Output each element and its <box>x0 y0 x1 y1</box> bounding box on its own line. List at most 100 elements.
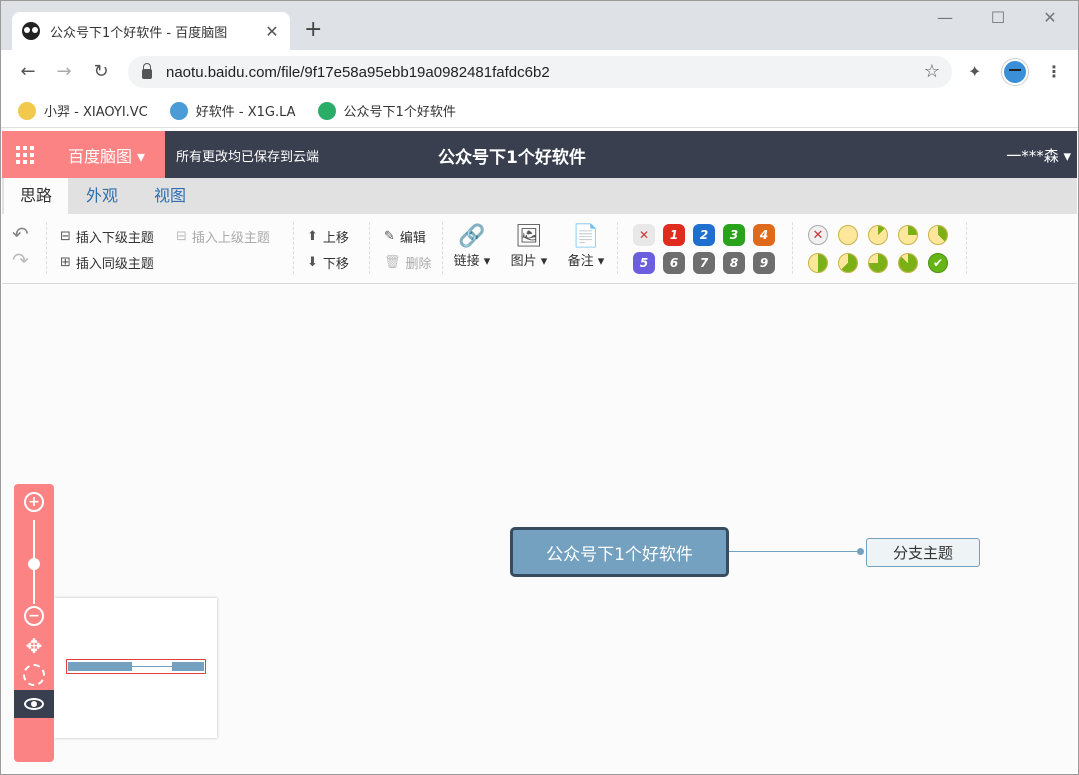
ribbon-toolbar: ↶ ↷ ⊟ 插入下级主题 ⊟ 插入上级主题 ⊞ 插入同级主题 ⬆ 上移 ⬇ 下移 ✎ 编辑 … <box>2 214 1077 284</box>
note-icon: 📄 <box>572 224 600 249</box>
insert-sibling-icon: ⊞ <box>60 255 71 270</box>
bookmark-label: 好软件 - X1G.LA <box>195 105 296 120</box>
priority-1-icon[interactable]: 1 <box>663 224 685 246</box>
root-topic-node[interactable]: 公众号下1个好软件 <box>510 527 729 577</box>
priority-7-icon[interactable]: 7 <box>693 252 715 274</box>
insert-child-button[interactable]: ⊟ 插入下级主题 <box>60 227 154 246</box>
redo-icon[interactable]: ↷ <box>12 248 29 272</box>
progress-7-icon[interactable] <box>868 253 888 273</box>
progress-6-icon[interactable] <box>838 253 858 273</box>
tab-appearance[interactable]: 外观 <box>70 178 134 214</box>
lock-icon <box>142 63 152 79</box>
minimize-icon[interactable]: — <box>925 8 965 27</box>
edit-pencil-icon: ✎ <box>384 229 395 244</box>
move-down-button[interactable]: ⬇ 下移 <box>307 253 349 272</box>
zoom-slider-thumb[interactable] <box>28 558 40 570</box>
bookmark-favicon-icon <box>18 101 36 120</box>
branch-connector <box>729 551 860 552</box>
delete-button[interactable]: 🗑 删除 <box>384 253 432 272</box>
save-status: 所有更改均已保存到云端 <box>176 150 320 165</box>
bookmarks-bar: 小羿 - XIAOYI.VC 好软件 - X1G.LA 公众号下1个好软件 <box>0 94 1079 128</box>
bookmark-favicon-icon <box>169 101 188 120</box>
bookmark-xiaoyi[interactable]: 小羿 - XIAOYI.VC <box>18 101 148 120</box>
progress-8-icon[interactable] <box>898 253 918 273</box>
arrow-down-icon: ⬇ <box>307 255 318 270</box>
tab-close-icon[interactable]: ✕ <box>264 22 280 41</box>
bookmark-label: 小羿 - XIAOYI.VC <box>44 105 148 120</box>
window-close-icon[interactable]: ✕ <box>1030 8 1070 27</box>
url-text[interactable]: naotu.baidu.com/file/9f17e58a95ebb19a098… <box>166 64 550 81</box>
priority-2-icon[interactable]: 2 <box>693 224 715 246</box>
progress-5-icon[interactable] <box>808 253 828 273</box>
zoom-out-icon[interactable]: − <box>24 606 44 626</box>
priority-5-icon[interactable]: 5 <box>633 252 655 274</box>
progress-9-icon[interactable]: ✔ <box>928 253 948 273</box>
extensions-puzzle-icon[interactable]: ✦ <box>968 62 981 81</box>
priority-3-icon[interactable]: 3 <box>723 224 745 246</box>
insert-parent-icon: ⊟ <box>176 229 187 244</box>
trash-icon: 🗑 <box>384 255 401 270</box>
document-title[interactable]: 公众号下1个好软件 <box>438 143 586 168</box>
priority-4-icon[interactable]: 4 <box>753 224 775 246</box>
browser-menu-icon[interactable]: ⋮ <box>1046 62 1062 81</box>
progress-0-icon[interactable]: ✕ <box>808 225 828 245</box>
maximize-icon[interactable]: ☐ <box>978 8 1018 27</box>
profile-avatar[interactable] <box>1002 59 1028 85</box>
minimap-connector <box>132 666 172 667</box>
link-chain-icon: 🔗 <box>458 224 486 249</box>
browser-tab[interactable]: 公众号下1个好软件 - 百度脑图 ✕ <box>12 12 290 50</box>
zoom-panel: + − ✥ <box>14 484 54 762</box>
tab-idea[interactable]: 思路 <box>4 178 69 214</box>
move-up-button[interactable]: ⬆ 上移 <box>307 227 349 246</box>
minimap-panel[interactable] <box>54 598 217 738</box>
branch-topic-node[interactable]: 分支主题 <box>866 538 980 567</box>
bookmark-star-icon[interactable]: ☆ <box>924 61 940 82</box>
naotu-favicon-icon <box>22 22 40 40</box>
app-grid-button[interactable] <box>2 131 48 178</box>
forward-arrow-icon[interactable]: → <box>52 60 76 84</box>
connector-expander[interactable] <box>857 548 864 555</box>
priority-6-icon[interactable]: 6 <box>663 252 685 274</box>
progress-2-icon[interactable] <box>868 225 888 245</box>
bookmark-label: 公众号下1个好软件 <box>343 105 456 120</box>
eye-icon <box>24 698 44 710</box>
browser-toolbar: ← → ↻ naotu.baidu.com/file/9f17e58a95ebb… <box>0 50 1079 94</box>
zoom-in-icon[interactable]: + <box>24 492 44 512</box>
image-button[interactable]: 🖼 图片 ▾ <box>506 224 552 269</box>
priority-0-icon[interactable]: ✕ <box>633 224 655 246</box>
wechat-icon <box>317 101 336 120</box>
progress-4-icon[interactable] <box>928 225 948 245</box>
user-menu[interactable]: 一***森 ▾ <box>1006 145 1071 166</box>
back-arrow-icon[interactable]: ← <box>16 60 40 84</box>
address-bar[interactable]: naotu.baidu.com/file/9f17e58a95ebb19a098… <box>128 56 952 88</box>
minimap-root <box>68 662 132 671</box>
bookmark-x1g[interactable]: 好软件 - X1G.LA <box>169 101 296 120</box>
grid-icon <box>16 145 34 164</box>
minimap-viewport[interactable] <box>66 659 206 674</box>
progress-1-icon[interactable] <box>838 225 858 245</box>
insert-parent-button[interactable]: ⊟ 插入上级主题 <box>176 227 270 246</box>
app-header: 百度脑图 ▾ 所有更改均已保存到云端 公众号下1个好软件 一***森 ▾ <box>2 131 1077 178</box>
link-button[interactable]: 🔗 链接 ▾ <box>449 224 495 269</box>
minimap-toggle-button[interactable] <box>14 690 54 718</box>
edit-button[interactable]: ✎ 编辑 <box>384 227 426 246</box>
hand-move-icon[interactable]: ✥ <box>22 634 46 658</box>
progress-3-icon[interactable] <box>898 225 918 245</box>
reload-icon[interactable]: ↻ <box>89 60 113 84</box>
undo-icon[interactable]: ↶ <box>12 222 29 246</box>
insert-sibling-button[interactable]: ⊞ 插入同级主题 <box>60 253 154 272</box>
priority-8-icon[interactable]: 8 <box>723 252 745 274</box>
note-button[interactable]: 📄 备注 ▾ <box>563 224 609 269</box>
new-tab-button[interactable]: + <box>304 17 322 43</box>
minimap-branch <box>172 662 204 671</box>
ribbon-tabs: 思路 外观 视图 <box>2 178 1077 214</box>
insert-child-icon: ⊟ <box>60 229 71 244</box>
tab-view[interactable]: 视图 <box>138 178 202 214</box>
priority-9-icon[interactable]: 9 <box>753 252 775 274</box>
locate-root-icon[interactable] <box>23 664 45 686</box>
tab-title: 公众号下1个好软件 - 百度脑图 <box>50 25 228 41</box>
brand-menu-button[interactable]: 百度脑图 ▾ <box>48 131 165 178</box>
bookmark-wechat[interactable]: 公众号下1个好软件 <box>317 101 456 120</box>
image-icon: 🖼 <box>515 224 543 249</box>
arrow-up-icon: ⬆ <box>307 229 318 244</box>
